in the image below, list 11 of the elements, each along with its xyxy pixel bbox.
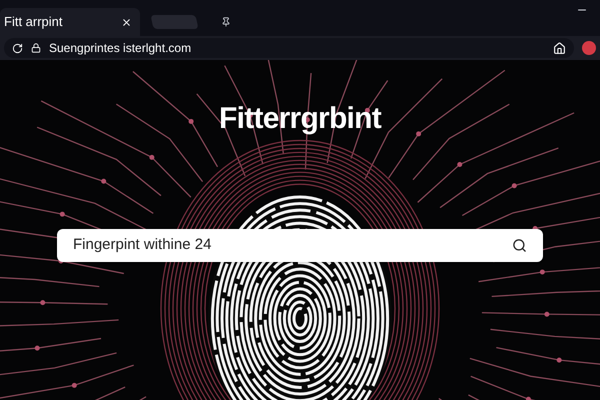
search-icon[interactable] bbox=[512, 238, 527, 253]
profile-avatar[interactable] bbox=[582, 41, 596, 55]
reload-icon[interactable] bbox=[12, 42, 23, 54]
browser-tab[interactable]: Fitt arrpint bbox=[0, 8, 140, 36]
pin-icon[interactable] bbox=[221, 17, 231, 27]
page-heading: Fitterrgrbint bbox=[219, 101, 381, 137]
lock-icon bbox=[31, 43, 41, 53]
home-icon[interactable] bbox=[553, 42, 566, 54]
close-icon[interactable] bbox=[121, 16, 132, 28]
address-bar[interactable]: Suengprintes isterlght.com bbox=[4, 38, 574, 58]
search-field[interactable]: Fingerpint withine 24 bbox=[57, 229, 543, 262]
